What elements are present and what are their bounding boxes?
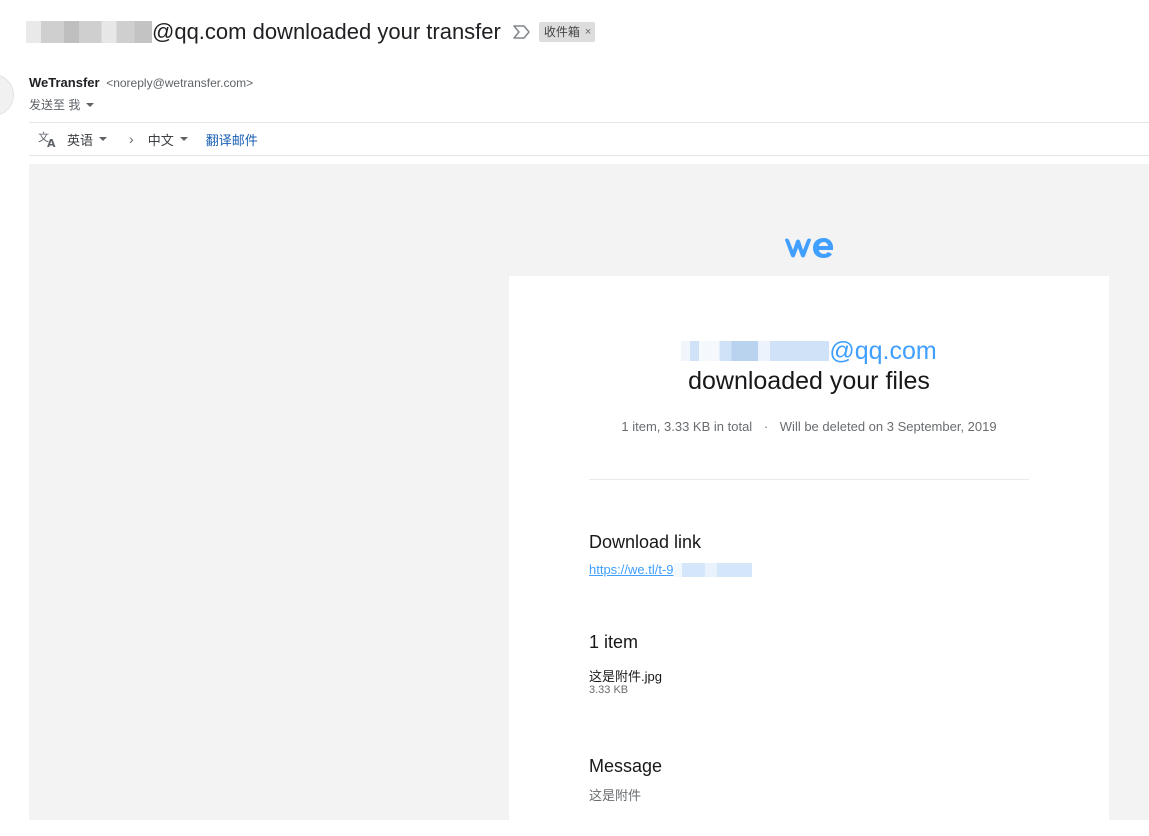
email-subject: @qq.com downloaded your transfer 收件箱 × xyxy=(26,16,596,48)
recipient-email: @qq.com xyxy=(509,336,1109,366)
message-text: 这是附件 xyxy=(589,788,642,803)
subject-text: @qq.com downloaded your transfer xyxy=(152,19,501,44)
redacted-link-part xyxy=(673,562,752,577)
sender-name[interactable]: WeTransfer xyxy=(29,75,100,90)
recipient-details[interactable]: 发送至 我 xyxy=(29,96,95,113)
meta-separator: · xyxy=(763,419,769,434)
sender-avatar xyxy=(0,74,14,116)
items-title: 1 item xyxy=(589,632,639,652)
headline-text: downloaded your files xyxy=(688,367,930,395)
translate-message-link[interactable]: 翻译邮件 xyxy=(206,130,258,149)
sender-line: WeTransfer <noreply@wetransfer.com> xyxy=(29,75,253,90)
meta-deleted: Will be deleted on 3 September, 2019 xyxy=(779,419,997,434)
source-language-select[interactable]: 英语 xyxy=(67,130,108,149)
headline: @qq.com downloaded your files xyxy=(509,336,1109,396)
redacted-sender-address xyxy=(26,21,152,43)
wetransfer-logo-icon xyxy=(785,238,833,258)
chevron-down-icon xyxy=(179,137,188,141)
divider xyxy=(29,155,1149,156)
arrow-right-icon: › xyxy=(129,131,134,147)
importance-marker-icon[interactable] xyxy=(513,25,531,39)
translate-icon: 文 A xyxy=(38,130,56,148)
meta-items: 1 item, 3.33 KB in total xyxy=(621,419,753,434)
chevron-down-icon[interactable] xyxy=(86,102,95,107)
divider xyxy=(589,479,1029,480)
redacted-recipient xyxy=(681,341,830,361)
sender-email: <noreply@wetransfer.com> xyxy=(106,76,254,90)
download-link[interactable]: https://we.tl/t-9 xyxy=(589,562,752,577)
remove-label-icon[interactable]: × xyxy=(585,26,591,38)
recipient-email-suffix: @qq.com xyxy=(829,336,937,365)
target-language-label: 中文 xyxy=(147,132,174,148)
target-language-select[interactable]: 中文 xyxy=(148,130,188,149)
file-name: 这是附件.jpg xyxy=(589,669,662,684)
svg-text:A: A xyxy=(47,137,56,148)
message-title: Message xyxy=(589,756,663,776)
download-link-title: Download link xyxy=(589,532,702,552)
inbox-label-chip[interactable]: 收件箱 × xyxy=(538,22,596,42)
file-size: 3.33 KB xyxy=(589,684,629,696)
email-card: @qq.com downloaded your files 1 item, 3.… xyxy=(509,276,1109,836)
chevron-down-icon xyxy=(99,137,108,141)
divider xyxy=(29,122,1149,123)
translate-bar: 文 A 英语 › 中文 翻译邮件 xyxy=(38,128,258,150)
email-body: @qq.com downloaded your files 1 item, 3.… xyxy=(29,164,1149,836)
inbox-label-text: 收件箱 xyxy=(543,25,580,39)
transfer-meta: 1 item, 3.33 KB in total · Will be delet… xyxy=(509,419,1109,434)
source-language-label: 英语 xyxy=(67,132,94,148)
recipient-text: 发送至 我 xyxy=(29,98,81,112)
download-link-text[interactable]: https://we.tl/t-9 xyxy=(589,562,674,577)
